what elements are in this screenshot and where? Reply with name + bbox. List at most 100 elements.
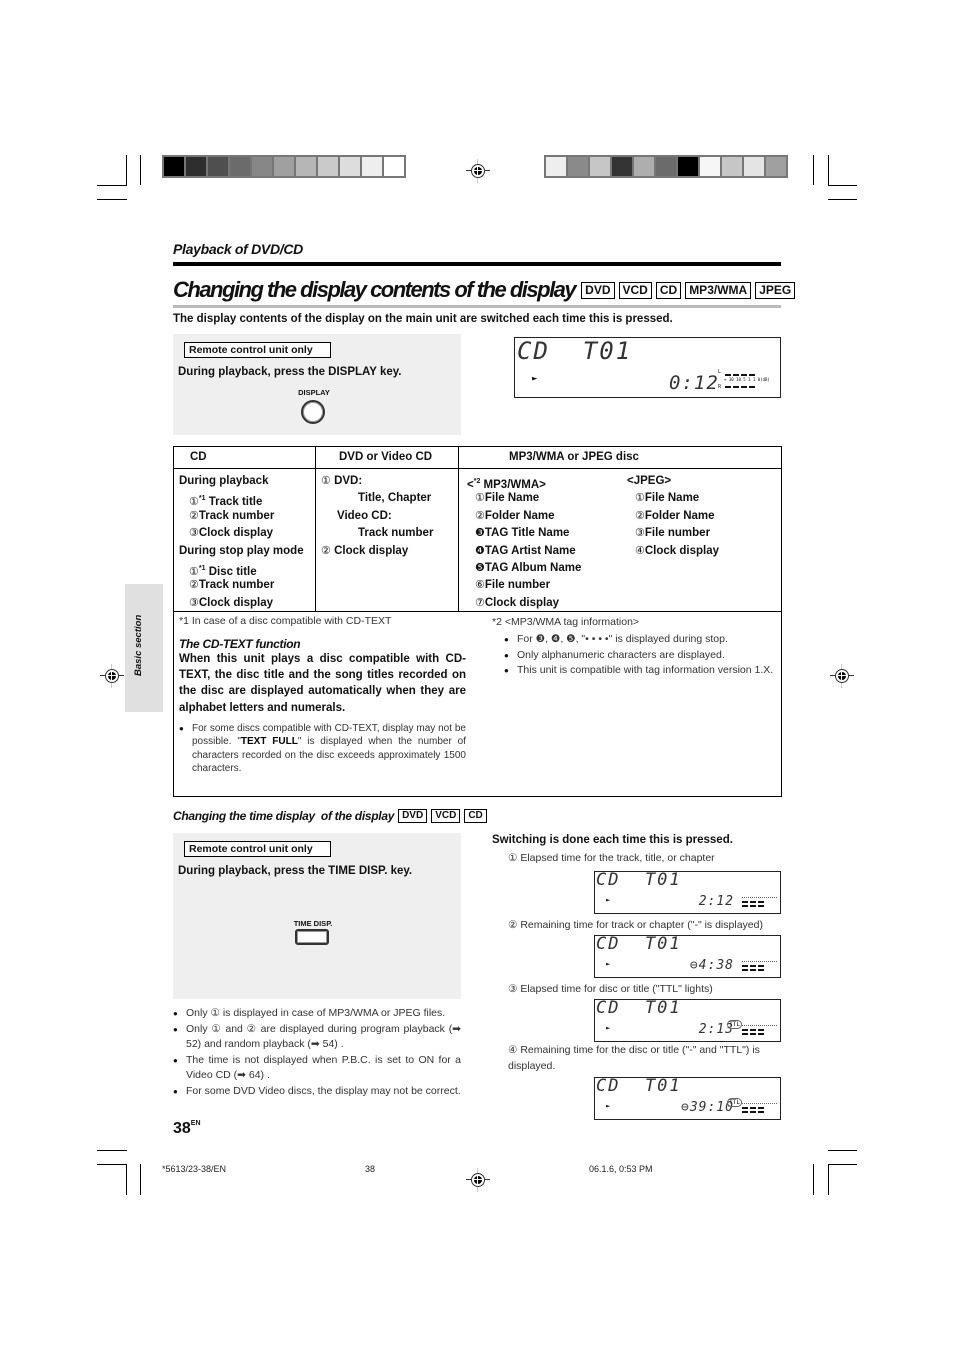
display-key-panel: Remote control unit only During playback… bbox=[173, 334, 461, 435]
time-disp-instruction: During playback, press the TIME DISP. ke… bbox=[178, 865, 413, 877]
color-swatch bbox=[164, 157, 184, 176]
switching-heading: Switching is done each time this is pres… bbox=[492, 834, 733, 846]
note-1: *1 In case of a disc compatible with CD-… bbox=[179, 615, 392, 627]
registration-mark-icon bbox=[100, 664, 124, 688]
crop-mark bbox=[813, 155, 814, 185]
table-cell-line: ⑥File number bbox=[467, 577, 627, 594]
item-text: TAG Artist Name bbox=[484, 544, 576, 557]
display-key-button[interactable] bbox=[301, 400, 325, 424]
tag-info-bullet: This unit is compatible with tag informa… bbox=[504, 663, 775, 679]
lcd-time: 2:12 bbox=[698, 894, 734, 909]
table-cell-line: During stop play mode bbox=[179, 543, 315, 560]
tag-info-bullet: Only alphanumeric characters are display… bbox=[504, 648, 775, 664]
item-text: File number bbox=[484, 579, 551, 592]
item-marker: ❺ bbox=[475, 561, 485, 574]
play-icon: ► bbox=[606, 1024, 611, 1032]
play-icon: ► bbox=[606, 960, 611, 968]
item-text: File number bbox=[644, 527, 711, 540]
item-marker: ② bbox=[189, 509, 199, 522]
item-marker: ① bbox=[189, 496, 199, 509]
item-text: Clock display bbox=[198, 527, 274, 540]
format-badge: DVD bbox=[398, 809, 428, 823]
remote-only-tag: Remote control unit only bbox=[184, 841, 331, 857]
table-cell-line: ❺TAG Album Name bbox=[467, 560, 627, 577]
color-swatch bbox=[296, 157, 316, 176]
crop-mark bbox=[126, 155, 127, 186]
mini-lcd-display: CD T01 ► ⊖39:10 TTL bbox=[594, 1076, 781, 1120]
format-badge: DVD bbox=[581, 281, 615, 299]
table-cell-line: ③Clock display bbox=[179, 595, 315, 612]
time-disp-key-button[interactable] bbox=[295, 929, 329, 945]
time-step-label: ③ Elapsed time for disc or title ("TTL" … bbox=[508, 983, 713, 995]
table-cell-line: ①*1 Disc title bbox=[179, 560, 315, 578]
color-swatch bbox=[546, 157, 566, 176]
item-marker: ⑥ bbox=[475, 579, 485, 592]
color-swatch bbox=[318, 157, 338, 176]
format-badge: VCD bbox=[431, 809, 461, 823]
lcd-line1: CD T01 bbox=[596, 998, 682, 1018]
table-cell-line: Title, Chapter bbox=[321, 490, 458, 507]
mp3-tag-notes: *2 <MP3/WMA tag information> For ❸, ❹, ❺… bbox=[486, 612, 781, 796]
item-marker: ② bbox=[321, 544, 331, 557]
item-text: File Name bbox=[484, 492, 540, 505]
item-marker: ❸ bbox=[475, 527, 485, 540]
color-swatch bbox=[208, 157, 228, 176]
item-marker: ③ bbox=[635, 527, 645, 540]
side-tab-label: Basic section bbox=[133, 614, 144, 676]
intro-text: The display contents of the display on t… bbox=[173, 313, 673, 325]
section-label: Playback of DVD/CD bbox=[173, 241, 303, 257]
display-key-label: DISPLAY bbox=[298, 388, 330, 397]
time-note-bullet: The time is not displayed when P.B.C. is… bbox=[173, 1053, 461, 1084]
item-text: TAG Title Name bbox=[484, 527, 570, 540]
table-cell-line: ②Folder Name bbox=[627, 508, 719, 525]
cdtext-bullets: For some discs compatible with CD-TEXT, … bbox=[179, 722, 466, 776]
color-swatch bbox=[230, 157, 250, 176]
item-text: Folder Name bbox=[484, 509, 555, 522]
lcd-line1: CD T01 bbox=[517, 337, 633, 365]
item-text: Clock display bbox=[644, 544, 720, 557]
lcd-line1: CD T01 bbox=[596, 1076, 682, 1096]
format-badge: JPEG bbox=[755, 281, 796, 299]
table-cell-line: ④Clock display bbox=[627, 543, 719, 560]
color-swatch bbox=[252, 157, 272, 176]
item-text: Track number bbox=[198, 509, 275, 522]
main-lcd-display: CD T01 ► 0:12 L ∞ 30 10 5 3 1 0(dB) R bbox=[514, 337, 781, 398]
table-cell-line: ② Clock display bbox=[321, 543, 458, 560]
format-badges: DVD VCD CD MP3/WMA JPEG bbox=[581, 281, 796, 299]
color-swatch bbox=[612, 157, 632, 176]
item-text: DVD: bbox=[334, 475, 363, 487]
time-step-label: ② Remaining time for track or chapter ("… bbox=[508, 919, 763, 931]
mp3-header: <*2 MP3/WMA> bbox=[467, 478, 546, 491]
crop-mark bbox=[97, 185, 127, 186]
lcd-time: 0:12 bbox=[669, 372, 719, 394]
level-meter bbox=[739, 1102, 777, 1113]
registration-mark-icon bbox=[466, 159, 490, 183]
format-badge: MP3/WMA bbox=[685, 281, 752, 299]
header-mp3: MP3/WMA or JPEG disc bbox=[509, 451, 639, 463]
table-cell-line: ⑦Clock display bbox=[467, 595, 627, 612]
footer-page: 38 bbox=[365, 1164, 376, 1174]
item-marker: ⑦ bbox=[475, 596, 485, 609]
table-cell-line: ①File Name bbox=[627, 490, 719, 507]
item-marker: ② bbox=[189, 579, 199, 592]
item-marker: ① bbox=[475, 492, 485, 505]
color-swatch bbox=[274, 157, 294, 176]
footer-timestamp: 06.1.6, 0:53 PM bbox=[589, 1164, 653, 1174]
cdtext-bullet: For some discs compatible with CD-TEXT, … bbox=[179, 722, 466, 776]
crop-mark bbox=[140, 1164, 141, 1195]
format-badge: CD bbox=[655, 281, 682, 299]
crop-mark bbox=[828, 1164, 829, 1195]
display-contents-table: CD DVD or Video CD MP3/WMA or JPEG disc … bbox=[173, 446, 782, 797]
table-cell-line: ③File number bbox=[627, 525, 719, 542]
page-title-text: Changing the display contents of the dis… bbox=[173, 277, 577, 302]
mini-lcd-display: CD T01 ► 2:12 bbox=[594, 870, 781, 914]
color-swatch bbox=[700, 157, 720, 176]
lcd-time: ⊖4:38 bbox=[689, 958, 734, 973]
crop-mark bbox=[97, 1150, 127, 1151]
play-icon: ► bbox=[606, 1102, 611, 1110]
page-title: Changing the display contents of the dis… bbox=[173, 277, 796, 303]
table-cell-line: ① DVD: bbox=[321, 473, 458, 490]
title-underline bbox=[173, 305, 781, 308]
cdtext-title: The CD-TEXT function bbox=[179, 637, 301, 651]
crop-mark bbox=[828, 199, 857, 200]
